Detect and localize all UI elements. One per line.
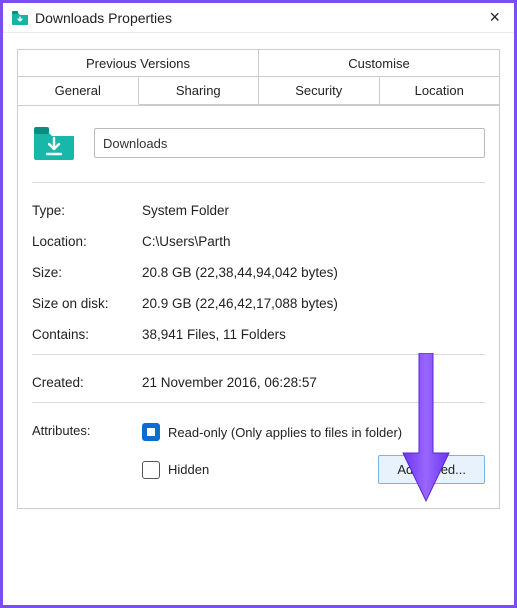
- general-panel: Type:System Folder Location:C:\Users\Par…: [17, 106, 500, 509]
- tab-previous-versions[interactable]: Previous Versions: [17, 49, 258, 77]
- tab-customise[interactable]: Customise: [258, 49, 500, 77]
- size-on-disk-label: Size on disk:: [32, 296, 142, 311]
- hidden-label: Hidden: [168, 462, 209, 477]
- content-area: Previous Versions Customise General Shar…: [3, 33, 514, 519]
- readonly-label: Read-only (Only applies to files in fold…: [168, 425, 402, 440]
- folder-icon-small: [11, 10, 29, 26]
- hidden-checkbox[interactable]: [142, 461, 160, 479]
- close-icon[interactable]: ×: [483, 7, 506, 28]
- titlebar: Downloads Properties ×: [3, 3, 514, 33]
- divider: [32, 182, 485, 183]
- downloads-folder-icon: [32, 124, 76, 162]
- divider: [32, 402, 485, 403]
- attributes-label: Attributes:: [32, 423, 142, 484]
- contains-value: 38,941 Files, 11 Folders: [142, 327, 485, 342]
- window-title: Downloads Properties: [35, 10, 483, 26]
- tab-location[interactable]: Location: [380, 76, 501, 105]
- type-label: Type:: [32, 203, 142, 218]
- created-value: 21 November 2016, 06:28:57: [142, 375, 485, 390]
- tabstrip: Previous Versions Customise General Shar…: [17, 49, 500, 106]
- type-value: System Folder: [142, 203, 485, 218]
- divider: [32, 354, 485, 355]
- size-value: 20.8 GB (22,38,44,94,042 bytes): [142, 265, 485, 280]
- created-label: Created:: [32, 375, 142, 390]
- location-value: C:\Users\Parth: [142, 234, 485, 249]
- size-label: Size:: [32, 265, 142, 280]
- tab-general[interactable]: General: [17, 76, 139, 105]
- tab-sharing[interactable]: Sharing: [139, 76, 260, 105]
- advanced-button[interactable]: Advanced...: [378, 455, 485, 484]
- location-label: Location:: [32, 234, 142, 249]
- size-on-disk-value: 20.9 GB (22,46,42,17,088 bytes): [142, 296, 485, 311]
- contains-label: Contains:: [32, 327, 142, 342]
- readonly-checkbox[interactable]: [142, 423, 160, 441]
- tab-security[interactable]: Security: [259, 76, 380, 105]
- folder-name-field[interactable]: [94, 128, 485, 158]
